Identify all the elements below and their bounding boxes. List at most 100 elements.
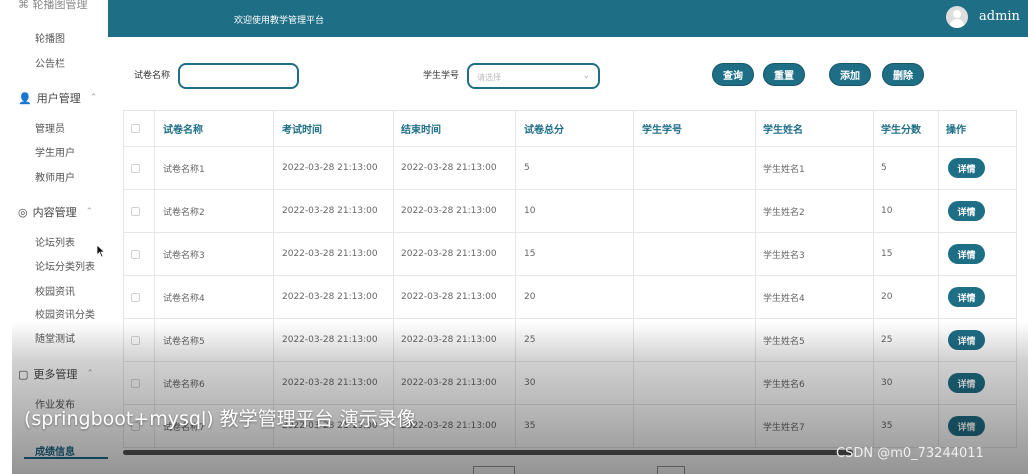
row-checkbox[interactable] [131,233,140,275]
cell-total-score: 15 [524,249,536,259]
col-start-time: 考试时间 [282,125,322,136]
sidebar-group-more[interactable]: ▢ 更多管理 ⌃ [18,366,94,382]
cell-student-name: 学生姓名4 [763,293,805,304]
cell-start-time: 2022-03-28 21:13:00 [282,378,378,388]
cell-paper-name: 试卷名称3 [163,250,205,261]
cell-end-time: 2022-03-28 21:13:00 [401,249,497,259]
col-end-time: 结束时间 [401,125,441,136]
chevron-down-icon: ⌄ [582,71,590,81]
sidebar-item-carousel[interactable]: 轮播图 [35,30,65,45]
select-all-checkbox[interactable] [131,111,140,146]
paper-name-label: 试卷名称 [134,71,171,81]
sidebar-item-news[interactable]: 校园资讯 [35,283,75,298]
add-button[interactable]: 添加 [829,63,871,86]
column-divider [123,110,124,448]
mouse-cursor [96,243,106,262]
col-total-score: 试卷总分 [524,125,564,136]
table-row: 试卷名称4 2022-03-28 21:13:00 2022-03-28 21:13… [123,276,1016,319]
chevron-up-icon: ⌃ [89,93,98,103]
student-id-select[interactable]: 请选择 ⌄ [467,63,600,89]
detail-button[interactable]: 详情 [948,373,985,393]
row-checkbox[interactable] [131,276,140,318]
column-divider [873,110,874,448]
detail-button[interactable]: 详情 [948,330,985,350]
pagination-box[interactable] [657,466,685,474]
sidebar-item-forum[interactable]: 论坛列表 [35,234,75,249]
cell-student-score: 30 [881,378,893,388]
cell-end-time: 2022-03-28 21:13:00 [401,335,497,345]
chevron-up-icon: ⌃ [86,369,94,379]
cell-student-score: 25 [881,335,893,345]
cell-paper-name: 试卷名称5 [163,336,205,347]
sidebar-item-quiz[interactable]: 随堂测试 [35,330,75,345]
cell-student-score: 5 [881,163,887,173]
cell-total-score: 20 [524,292,536,302]
sidebar-item-forum-category[interactable]: 论坛分类列表 [35,258,95,273]
detail-button[interactable]: 详情 [948,416,985,436]
col-student-id: 学生学号 [642,125,682,136]
cell-paper-name: 试卷名称4 [163,293,205,304]
row-checkbox[interactable] [131,147,140,189]
cell-student-name: 学生姓名3 [763,250,805,261]
cell-student-score: 15 [881,249,893,259]
student-id-label: 学生学号 [423,71,460,81]
detail-button[interactable]: 详情 [948,158,985,178]
table-row: 试卷名称1 2022-03-28 21:13:00 2022-03-28 21:13… [123,147,1016,190]
grid-icon: ⌘ [18,0,29,11]
cell-student-name: 学生姓名2 [763,207,805,218]
query-button[interactable]: 查询 [712,63,754,86]
cell-paper-name: 试卷名称1 [163,164,205,175]
sidebar-group-carousel[interactable]: ⌘ 轮播图管理 [18,0,88,12]
username[interactable]: admin [979,9,1020,24]
paper-name-input[interactable] [178,63,299,89]
cell-student-name: 学生姓名5 [763,336,805,347]
horizontal-scrollbar[interactable] [123,450,853,455]
cell-end-time: 2022-03-28 21:13:00 [401,206,497,216]
table-row: 试卷名称3 2022-03-28 21:13:00 2022-03-28 21:13… [123,233,1016,276]
column-divider [273,110,274,448]
detail-button[interactable]: 详情 [948,201,985,221]
sidebar-item-teachers[interactable]: 教师用户 [35,169,75,184]
sidebar-item-notice[interactable]: 公告栏 [35,55,65,70]
pagination-box[interactable] [473,466,515,474]
sidebar-item-students[interactable]: 学生用户 [35,144,75,159]
row-checkbox[interactable] [131,319,140,361]
column-divider [393,110,394,448]
detail-button[interactable]: 详情 [948,244,985,264]
sidebar-group-content[interactable]: ◎ 内容管理 ⌃ [18,204,93,220]
student-id-placeholder: 请选择 [477,73,501,82]
cell-end-time: 2022-03-28 21:13:00 [401,378,497,388]
watermark: CSDN @m0_73244011 [836,446,984,461]
cell-student-score: 35 [881,421,893,431]
sidebar-group-users[interactable]: 👤 用户管理 ⌃ [18,90,97,106]
delete-button[interactable]: 删除 [882,63,924,86]
column-divider [154,110,155,448]
row-checkbox[interactable] [131,190,140,232]
window-icon: ▢ [18,367,29,381]
col-student-name: 学生姓名 [763,125,803,136]
col-actions: 操作 [946,125,966,136]
active-indicator [24,457,108,459]
column-divider [1016,110,1017,448]
cell-start-time: 2022-03-28 21:13:00 [282,206,378,216]
user-icon: 👤 [18,91,32,105]
column-divider [938,110,939,448]
cell-end-time: 2022-03-28 21:13:00 [401,292,497,302]
cell-student-name: 学生姓名7 [763,422,805,433]
cell-total-score: 25 [524,335,536,345]
detail-button[interactable]: 详情 [948,287,985,307]
chevron-up-icon: ⌃ [85,207,94,217]
cell-total-score: 35 [524,421,536,431]
reset-button[interactable]: 重置 [763,63,805,86]
sidebar-item-news-category[interactable]: 校园资讯分类 [35,306,95,321]
row-checkbox[interactable] [131,362,140,404]
cell-student-score: 20 [881,292,893,302]
cell-student-name: 学生姓名1 [763,164,805,175]
col-student-score: 学生分数 [881,125,921,136]
sidebar-item-admin[interactable]: 管理员 [35,120,65,135]
sidebar-item-grades[interactable]: 成绩信息 [35,443,75,458]
avatar[interactable] [946,6,968,28]
cell-start-time: 2022-03-28 21:13:00 [282,335,378,345]
cell-start-time: 2022-03-28 21:13:00 [282,292,378,302]
cell-paper-name: 试卷名称6 [163,379,205,390]
